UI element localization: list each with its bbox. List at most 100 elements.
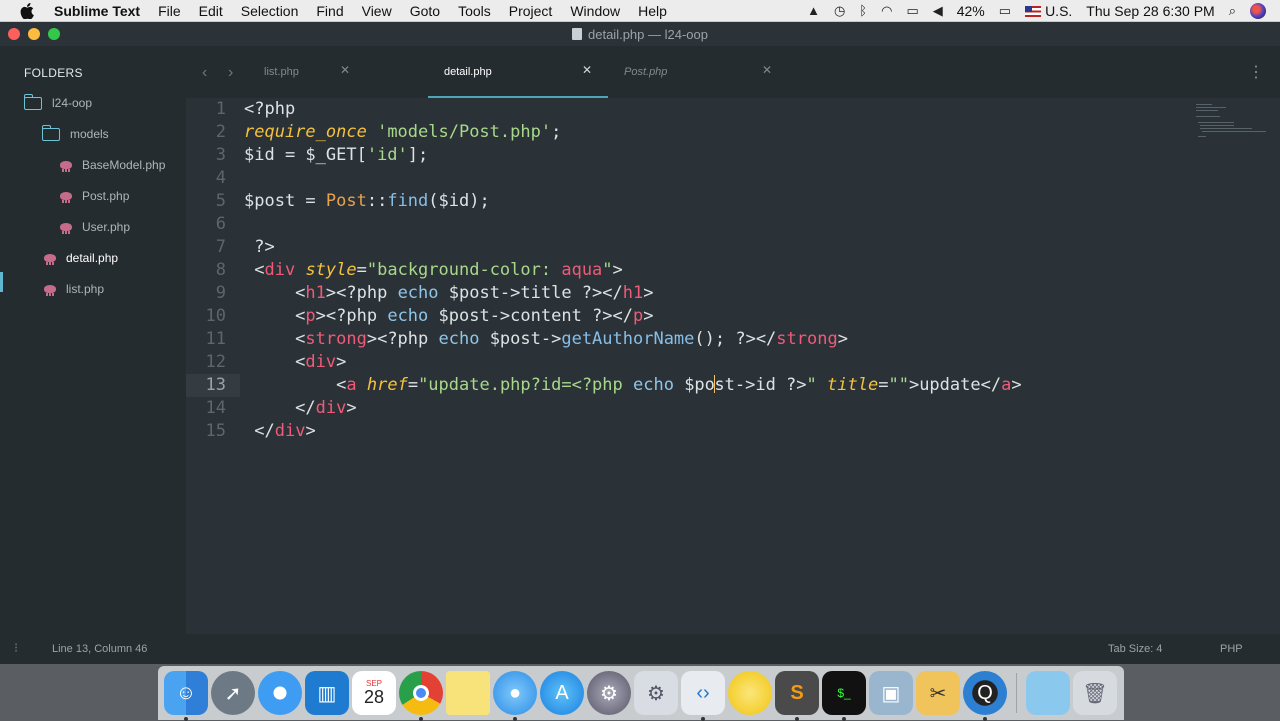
close-icon[interactable]: ✕ (762, 63, 772, 77)
us-flag-icon (1025, 6, 1042, 18)
selection-marker (0, 272, 3, 292)
messages-icon[interactable]: ● (493, 671, 537, 721)
menu-file[interactable]: File (149, 3, 190, 19)
close-window-button[interactable] (8, 28, 20, 40)
code-editor[interactable]: 1 2 3 4 5 6 7 8 9 10 11 12 13 14 15 <?ph… (186, 98, 1280, 634)
wifi-icon[interactable]: ◠ (881, 3, 892, 19)
code-token: > (336, 352, 347, 372)
sidebar-file-list[interactable]: list.php (44, 280, 104, 298)
menu-view[interactable]: View (353, 3, 401, 19)
utility-icon[interactable]: ⚙ (634, 671, 678, 715)
volume-icon[interactable]: ◀ (933, 3, 943, 19)
launchpad-icon[interactable]: ➚ (211, 671, 255, 715)
tab-post-php[interactable]: Post.php ✕ (608, 46, 788, 98)
sketch-icon[interactable] (728, 671, 772, 715)
downloads-folder-icon[interactable] (1026, 671, 1070, 715)
battery-percent[interactable]: 42% (957, 3, 985, 19)
code-line-11: <strong><?php echo $post->getAuthorName(… (244, 328, 848, 351)
quicktime-icon[interactable]: Q (963, 671, 1007, 721)
preview-icon[interactable]: ▣ (869, 671, 913, 715)
code-token: < (244, 260, 265, 280)
sidebar-item-label: l24-oop (52, 96, 93, 110)
menu-window[interactable]: Window (561, 3, 629, 19)
menu-find[interactable]: Find (307, 3, 352, 19)
code-token: "update.php?id=<?php (418, 375, 633, 395)
safari-icon[interactable] (258, 671, 302, 715)
code-token: $po (673, 375, 715, 395)
code-token: title (827, 375, 879, 395)
code-token: = (356, 260, 367, 280)
code-line-10: <p><?php echo $post->content ?></p> (244, 305, 653, 328)
trash-icon[interactable]: 🗑 (1073, 671, 1117, 715)
code-token: < (244, 329, 306, 349)
dock: ☺ ➚ ▥ SEP 28 ● A ⚙ ⚙ ‹› S $_ ▣ ✂ Q 🗑 (158, 666, 1124, 721)
sidebar-folder-l24-oop[interactable]: l24-oop (23, 93, 93, 112)
system-preferences-icon[interactable]: ⚙ (587, 671, 631, 715)
vscode-icon[interactable]: ‹› (681, 671, 725, 721)
sidebar-item-label: BaseModel.php (82, 158, 166, 172)
line-number: 5 (215, 191, 226, 211)
tab-list-php[interactable]: list.php ✕ (186, 46, 366, 98)
minimap[interactable] (1196, 102, 1272, 142)
calendar-icon[interactable]: SEP 28 (352, 671, 396, 715)
code-token: style (295, 260, 357, 280)
minimap-line (1198, 136, 1206, 137)
trello-icon[interactable]: ▥ (305, 671, 349, 715)
notes-icon[interactable] (446, 671, 490, 715)
apple-menu[interactable] (0, 2, 54, 19)
tab-detail-php[interactable]: detail.php ✕ (428, 46, 608, 98)
finder-icon[interactable]: ☺ (164, 671, 208, 721)
scissors-icon[interactable]: ✂ (916, 671, 960, 715)
menu-project[interactable]: Project (500, 3, 562, 19)
time-machine-icon[interactable]: ◷ (834, 3, 845, 19)
code-line-3: $id = $_GET['id']; (244, 144, 428, 167)
sidebar-file-post[interactable]: Post.php (60, 187, 129, 205)
cursor-position: Line 13, Column 46 (52, 643, 148, 655)
close-icon[interactable]: ✕ (340, 63, 350, 77)
vlc-icon[interactable]: ▲ (807, 3, 820, 18)
app-store-icon[interactable]: A (540, 671, 584, 715)
input-source[interactable]: U.S. (1025, 3, 1072, 19)
php-file-icon (44, 254, 56, 265)
menu-selection[interactable]: Selection (232, 3, 308, 19)
code-token: > (305, 421, 316, 441)
sidebar-file-detail[interactable]: detail.php (44, 249, 118, 267)
syntax-selector[interactable]: PHP (1220, 643, 1243, 655)
tab-size-selector[interactable]: Tab Size: 4 (1108, 643, 1162, 655)
code-token: getAuthorName (561, 329, 695, 349)
sidebar-folder-models[interactable]: models (41, 124, 109, 143)
code-token: < (244, 306, 306, 326)
airplay-icon[interactable]: ▭ (906, 3, 918, 19)
bluetooth-icon[interactable]: ᛒ (859, 3, 867, 18)
code-line-2: require_once 'models/Post.php'; (244, 121, 561, 144)
code-token: > (837, 329, 848, 349)
menu-edit[interactable]: Edit (190, 3, 232, 19)
line-number-gutter: 1 2 3 4 5 6 7 8 9 10 11 12 13 14 15 (186, 98, 240, 634)
spotlight-search-icon[interactable]: ⌕ (1229, 3, 1236, 19)
code-token: ; (551, 122, 562, 142)
folders-header: FOLDERS (24, 66, 83, 80)
terminal-icon[interactable]: $_ (822, 671, 866, 721)
minimap-line (1196, 110, 1218, 111)
panel-toggle-icon[interactable]: ⁝ (14, 640, 18, 656)
close-icon[interactable]: ✕ (582, 63, 592, 77)
code-token: < (244, 283, 306, 303)
more-icon[interactable]: ⋮ (1248, 62, 1264, 82)
sidebar-file-basemodel[interactable]: BaseModel.php (60, 156, 165, 174)
menu-app-name[interactable]: Sublime Text (54, 3, 149, 19)
code-token: div (305, 352, 337, 372)
menu-help[interactable]: Help (629, 3, 676, 19)
minimap-line (1200, 125, 1234, 126)
battery-icon[interactable]: ▭ (999, 3, 1011, 19)
sidebar-file-user[interactable]: User.php (60, 218, 130, 236)
clock[interactable]: Thu Sep 28 6:30 PM (1086, 3, 1214, 19)
sublime-text-icon[interactable]: S (775, 671, 819, 721)
minimize-window-button[interactable] (28, 28, 40, 40)
siri-icon[interactable] (1250, 2, 1266, 19)
menu-goto[interactable]: Goto (401, 3, 449, 19)
maximize-window-button[interactable] (48, 28, 60, 40)
folder-icon (41, 124, 60, 141)
menu-tools[interactable]: Tools (449, 3, 500, 19)
chrome-icon[interactable] (399, 671, 443, 721)
